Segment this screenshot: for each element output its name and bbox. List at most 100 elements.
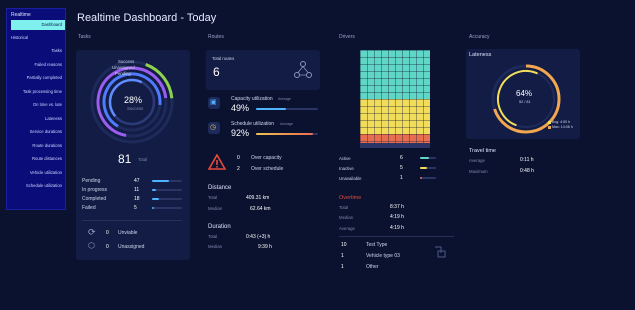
tasks-row-completed-value: 18 [134,196,140,202]
lateness-card: Lateness 64% 52 / 81 Avg: 4:50 h Max: 14… [466,49,580,139]
total-routes-card: Total routes 6 [206,50,320,90]
tasks-unviable-value: 0 [106,230,109,236]
overtime-title: Overtime [339,195,362,201]
accuracy-section-label: Accuracy [469,34,490,40]
legend-max-swatch [548,126,551,129]
drivers-grid [360,50,430,148]
capacity-value: 49% [231,103,250,113]
ring-label-unassigned: Unassigned [112,65,135,70]
tasks-row-pending-label: Pending [82,178,101,184]
type-test-value: 10 [341,242,347,248]
overtime-total-label: Total [339,205,349,210]
legend-max-label: Max: 14:08 h [552,125,573,129]
distance-median-label: Median [208,206,223,211]
drivers-active-label: Active [339,156,351,161]
tasks-unassigned-value: 0 [106,244,109,250]
duration-median-label: Median [208,244,223,249]
schedule-label: Schedule utilization [231,121,275,127]
capacity-bar [256,108,318,110]
tasks-row-failed-bar [152,207,182,209]
total-routes-label: Total routes [212,56,235,61]
travel-average-label: Average [469,158,485,163]
drivers-unavailable-bar [420,177,436,179]
vehicle-type-icon [435,246,446,258]
drivers-unavailable-value: 1 [400,175,403,181]
clock-icon: ◷ [210,124,217,131]
drivers-active-value: 6 [400,155,403,161]
drivers-divider [339,236,454,237]
lateness-percent: 64% [516,89,533,98]
overtime-average-label: Average [339,226,355,231]
capacity-tag: Average [278,97,291,101]
drivers-active-bar [420,157,436,159]
sidebar-header: Realtime [11,12,31,18]
over-capacity-value: 0 [237,155,240,161]
tasks-row-completed-bar [152,198,182,200]
sidebar-item-historical[interactable]: Historical [7,32,65,44]
sidebar-item-vehicle-utilization[interactable]: Vehicle utilization [7,166,65,180]
distance-total-value: 409.31 km [246,195,270,201]
travel-maximum-value: 0:48 h [520,168,534,174]
type-vehicle-03-label: Vehicle type 03 [366,253,400,259]
tasks-section-label: Tasks [78,34,91,40]
sidebar-item-on-time-vs-late[interactable]: On time vs. late [7,98,65,112]
distance-title: Distance [208,185,232,191]
page-title: Realtime Dashboard - Today [77,12,217,24]
distance-median-value: 62.64 km [250,206,271,212]
duration-title: Duration [208,224,231,230]
box-icon: ⬡ [88,241,95,250]
travel-time-title: Travel time [469,148,496,154]
tasks-row-failed-label: Failed [82,205,96,211]
legend-avg-swatch [548,121,551,124]
duration-total-label: Total [208,234,218,239]
drivers-grid-inactive [360,99,430,135]
success-percent-label: Success [127,106,144,111]
tasks-divider [82,220,182,221]
overtime-median-value: 4:19 h [390,214,404,220]
sidebar-item-service-durations[interactable]: Service durations [7,125,65,139]
schedule-value: 92% [231,128,250,138]
duration-median-value: 9:39 h [258,244,272,250]
over-schedule-value: 2 [237,166,240,172]
travel-average-value: 0:11 h [520,157,534,163]
distance-total-label: Total [208,195,218,200]
success-percent: 28% [124,95,143,105]
drivers-unavailable-label: Unavailable [339,176,362,181]
sidebar-item-tasks[interactable]: Tasks [7,44,65,58]
capacity-label: Capacity utilization [231,96,273,102]
sidebar-item-failed-reasons[interactable]: Failed reasons [7,58,65,72]
tasks-unviable-label: Unviable [118,230,138,236]
tasks-unassigned-label: Unassigned [118,244,145,250]
sidebar-item-schedule-utilization[interactable]: Schedule utilization [7,179,65,193]
type-vehicle-03-value: 1 [341,253,344,259]
warning-icon [208,154,226,170]
tasks-total: 81 [118,152,132,166]
duration-total-value: 0:43 (+3) h [246,234,271,240]
drivers-inactive-value: 5 [400,165,403,171]
type-other-label: Other [366,264,379,270]
tasks-total-label: Total [138,157,148,162]
drivers-inactive-label: Inactive [339,166,354,171]
sidebar-item-partially-completed[interactable]: Partially completed [7,71,65,85]
sidebar-item-task-processing-time[interactable]: Task processing time [7,85,65,99]
over-schedule-label: Over schedule [251,166,284,172]
tasks-row-completed-label: Completed [82,196,107,202]
sidebar-item-route-durations[interactable]: Route durations [7,139,65,153]
tasks-row-in-progress-label: In progress [82,187,108,193]
type-test-label: Test Type [366,242,388,248]
sidebar-item-lateness[interactable]: Lateness [7,112,65,126]
truck-icon: ▣ [210,99,217,106]
drivers-grid-active [360,50,430,99]
sidebar-item-route-distances[interactable]: Route distances [7,152,65,166]
tasks-row-pending-bar [152,180,182,182]
over-capacity-label: Over capacity [251,155,282,161]
sidebar-item-dashboard[interactable]: Dashboard [11,20,65,30]
sync-icon: ⟳ [88,227,96,237]
travel-maximum-label: Maximum [469,169,488,174]
lateness-fraction: 52 / 81 [519,100,531,104]
ring-label-pending: Pending [115,71,131,76]
route-network-icon [294,61,312,78]
sidebar: Realtime Dashboard Historical Tasks Fail… [6,8,66,210]
tasks-row-pending-value: 47 [134,178,140,184]
overtime-average-value: 4:19 h [390,225,404,231]
